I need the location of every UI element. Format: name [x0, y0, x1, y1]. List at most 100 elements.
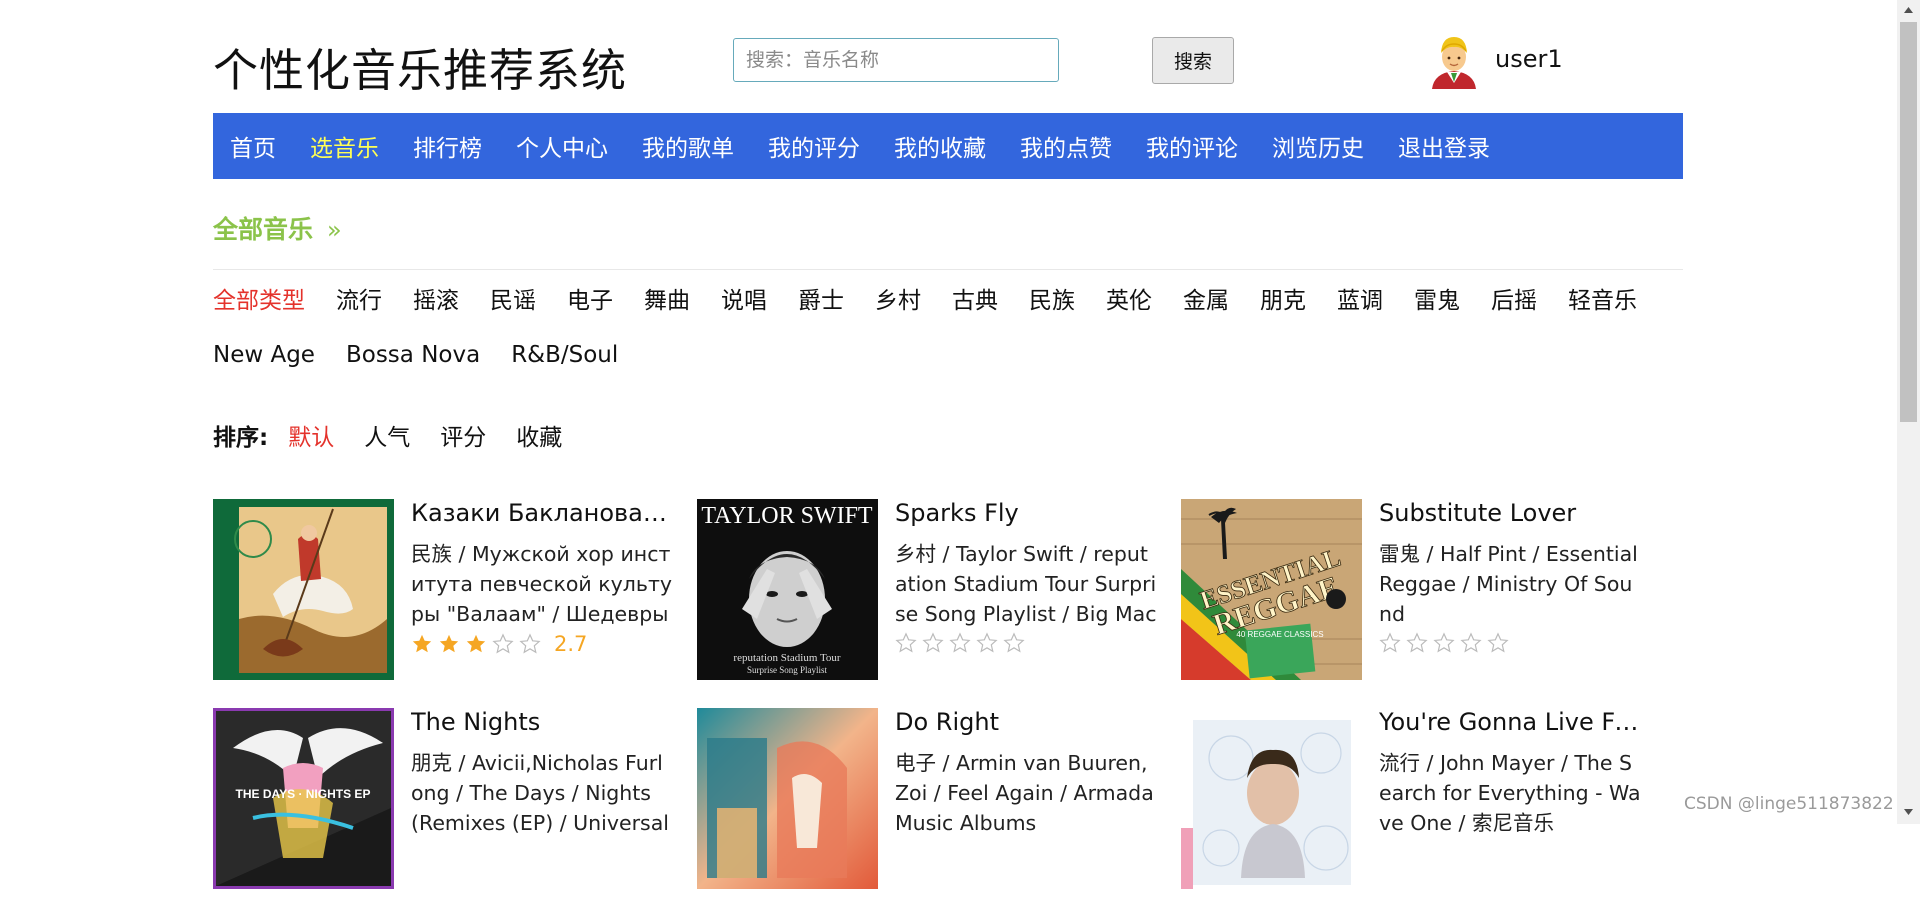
cover-subtitle-text: reputation Stadium Tour [733, 652, 841, 664]
genre-dance[interactable]: 舞曲 [644, 282, 690, 336]
song-title[interactable]: Do Right [895, 708, 1157, 736]
album-cover-image[interactable]: TAYLOR SWIFT reputation Stadium Tour Sur… [697, 499, 878, 680]
album-cover-image[interactable] [213, 499, 394, 680]
genre-rap[interactable]: 说唱 [721, 282, 767, 336]
star-filled-icon [439, 634, 459, 653]
song-title[interactable]: Казаки Бакланова на... [411, 499, 673, 527]
genre-new-age[interactable]: New Age [213, 336, 315, 390]
double-chevron-right-icon: » [327, 216, 342, 244]
song-rating [1379, 632, 1514, 654]
main-nav: 首页 选音乐 排行榜 个人中心 我的歌单 我的评分 我的收藏 我的点赞 我的评论… [213, 113, 1683, 179]
genre-bossa-nova[interactable]: Bossa Nova [346, 336, 480, 390]
star-empty-icon [1487, 632, 1509, 653]
song-info: 雷鬼 / Half Pint / Essential Reggae / Mini… [1379, 542, 1638, 626]
nav-select-music[interactable]: 选音乐 [293, 129, 396, 163]
star-empty-icon [1003, 632, 1025, 653]
song-card: THE DAYS · NIGHTS EP The Nights 朋克 / Avi… [213, 708, 673, 898]
user-avatar-icon[interactable] [1428, 33, 1480, 89]
song-info: 流行 / John Mayer / The Search for Everyth… [1379, 751, 1641, 835]
song-title[interactable]: Sparks Fly [895, 499, 1157, 527]
genre-classical[interactable]: 古典 [952, 282, 998, 336]
cover-subtitle-text: Surprise Song Playlist [747, 665, 828, 675]
nav-my-comments[interactable]: 我的评论 [1129, 129, 1255, 163]
star-filled-icon [466, 634, 486, 653]
cover-subtitle-text: 40 REGGAE CLASSICS [1236, 630, 1323, 639]
genre-jazz[interactable]: 爵士 [798, 282, 844, 336]
genre-all[interactable]: 全部类型 [213, 282, 305, 336]
star-empty-icon [1433, 632, 1455, 653]
genre-electronic[interactable]: 电子 [567, 282, 613, 336]
star-empty-icon [492, 633, 514, 654]
album-cover-image[interactable]: THE DAYS · NIGHTS EP [213, 708, 394, 889]
genre-rnb-soul[interactable]: R&B/Soul [511, 336, 618, 390]
star-empty-icon [1460, 632, 1482, 653]
rating-value: 2.7 [554, 632, 588, 656]
song-card: Do Right 电子 / Armin van Buuren,Zoi / Fee… [697, 708, 1157, 898]
genre-reggae[interactable]: 雷鬼 [1414, 282, 1460, 336]
album-cover-image[interactable] [1181, 708, 1362, 889]
star-empty-icon [976, 632, 998, 653]
sort-rating[interactable]: 评分 [440, 418, 486, 452]
song-card: You're Gonna Live For... 流行 / John Mayer… [1181, 708, 1641, 898]
main-container: 个性化音乐推荐系统 搜索 user1 首页 选音乐 排行榜 个人中心 我的歌单 … [213, 0, 1683, 889]
star-empty-icon [1406, 632, 1428, 653]
song-card: TAYLOR SWIFT reputation Stadium Tour Sur… [697, 499, 1157, 689]
scroll-down-arrow-icon[interactable] [1897, 804, 1920, 820]
nav-ranking[interactable]: 排行榜 [396, 129, 499, 163]
scroll-up-arrow-icon[interactable] [1897, 2, 1920, 18]
username-label[interactable]: user1 [1495, 45, 1563, 73]
star-empty-icon [1379, 632, 1401, 653]
nav-history[interactable]: 浏览历史 [1255, 129, 1381, 163]
vertical-scrollbar[interactable] [1897, 0, 1920, 824]
scrollbar-thumb[interactable] [1900, 22, 1917, 422]
genre-filter: 全部类型 流行 摇滚 民谣 电子 舞曲 说唱 爵士 乡村 古典 民族 英伦 金属… [213, 282, 1683, 390]
site-title[interactable]: 个性化音乐推荐系统 [213, 34, 627, 99]
nav-my-ratings[interactable]: 我的评分 [751, 129, 877, 163]
star-filled-icon [412, 634, 432, 653]
genre-blues[interactable]: 蓝调 [1337, 282, 1383, 336]
genre-ethnic[interactable]: 民族 [1029, 282, 1075, 336]
star-empty-icon [922, 632, 944, 653]
sort-default[interactable]: 默认 [288, 418, 334, 452]
sort-bar: 排序: 默认 人气 评分 收藏 [213, 418, 592, 452]
cover-title-text: TAYLOR SWIFT [701, 503, 873, 529]
csdn-watermark: CSDN @linge511873822 [1684, 794, 1894, 814]
genre-britpop[interactable]: 英伦 [1106, 282, 1152, 336]
genre-light-music[interactable]: 轻音乐 [1568, 282, 1637, 336]
song-info: 乡村 / Taylor Swift / reputation Stadium T… [895, 542, 1157, 626]
search-input[interactable] [733, 38, 1059, 82]
nav-my-playlist[interactable]: 我的歌单 [625, 129, 751, 163]
genre-country[interactable]: 乡村 [875, 282, 921, 336]
genre-folk[interactable]: 民谣 [490, 282, 536, 336]
cover-title-text: THE DAYS · NIGHTS EP [236, 787, 371, 801]
section-title: 全部音乐 » [213, 210, 342, 246]
search-button[interactable]: 搜索 [1152, 37, 1234, 84]
genre-punk[interactable]: 朋克 [1260, 282, 1306, 336]
song-title[interactable]: The Nights [411, 708, 673, 736]
nav-personal-center[interactable]: 个人中心 [499, 129, 625, 163]
song-info: 电子 / Armin van Buuren,Zoi / Feel Again /… [895, 751, 1154, 835]
song-rating [895, 632, 1030, 654]
song-title[interactable]: Substitute Lover [1379, 499, 1641, 527]
nav-my-likes[interactable]: 我的点赞 [1003, 129, 1129, 163]
sort-popularity[interactable]: 人气 [364, 418, 410, 452]
sort-label: 排序: [213, 425, 269, 451]
section-title-text: 全部音乐 [213, 215, 314, 244]
genre-rock[interactable]: 摇滚 [413, 282, 459, 336]
genre-post-rock[interactable]: 后摇 [1491, 282, 1537, 336]
nav-my-favorites[interactable]: 我的收藏 [877, 129, 1003, 163]
sort-favorites[interactable]: 收藏 [516, 418, 562, 452]
genre-pop[interactable]: 流行 [336, 282, 382, 336]
song-title[interactable]: You're Gonna Live For... [1379, 708, 1641, 736]
genre-metal[interactable]: 金属 [1183, 282, 1229, 336]
star-empty-icon [895, 632, 917, 653]
album-cover-image[interactable] [697, 708, 878, 889]
album-cover-image[interactable]: ESSENTIAL REGGAE 40 REGGAE CLASSICS [1181, 499, 1362, 680]
divider [213, 269, 1683, 270]
nav-home[interactable]: 首页 [213, 129, 293, 163]
song-rating: 2.7 [411, 632, 587, 656]
song-card: Казаки Бакланова на... 民族 / Мужской хор … [213, 499, 673, 689]
page: 个性化音乐推荐系统 搜索 user1 首页 选音乐 排行榜 个人中心 我的歌单 … [0, 0, 1920, 889]
star-empty-icon [519, 633, 541, 654]
nav-logout[interactable]: 退出登录 [1381, 129, 1507, 163]
